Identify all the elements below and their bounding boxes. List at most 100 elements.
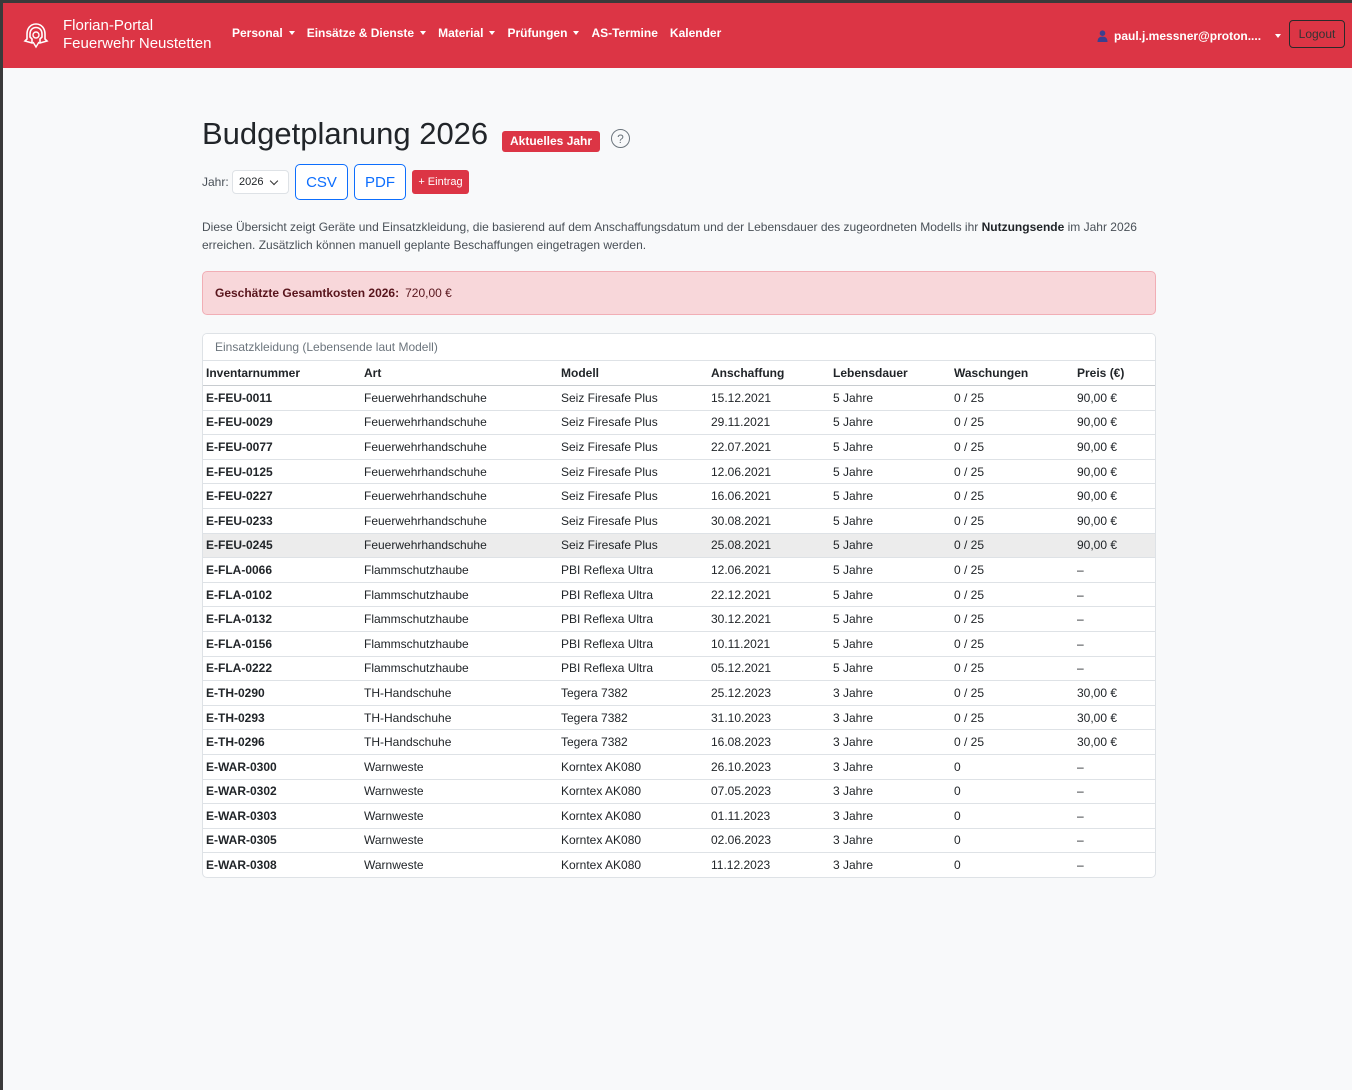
cell-lebensdauer: 5 Jahre: [830, 459, 951, 485]
cell-modell: PBI Reflexa Ultra: [558, 606, 708, 632]
table-row[interactable]: E-WAR-0300 Warnweste Korntex AK080 26.10.20…: [203, 754, 1155, 780]
pdf-export-button[interactable]: PDF: [354, 164, 406, 200]
cell-waschungen: 0 / 25: [951, 385, 1074, 411]
table-row[interactable]: E-FLA-0222 Flammschutzhaube PBI Reflexa Ul…: [203, 656, 1155, 682]
table-row[interactable]: E-WAR-0308 Warnweste Korntex AK080 11.12.20…: [203, 853, 1155, 877]
table-row[interactable]: E-WAR-0303 Warnweste Korntex AK080 01.11.20…: [203, 803, 1155, 829]
cell-lebensdauer: 3 Jahre: [830, 803, 951, 829]
cell-anschaffung: 15.12.2021: [708, 385, 830, 411]
logout-button[interactable]: Logout: [1289, 20, 1345, 48]
table-row[interactable]: E-TH-0293 TH-Handschuhe Tegera 7382 31.10.2…: [203, 705, 1155, 731]
cell-lebensdauer: 5 Jahre: [830, 631, 951, 657]
user-menu[interactable]: paul.j.messner@proton....: [1097, 29, 1282, 43]
cell-art: Warnweste: [361, 828, 558, 854]
col-waschungen[interactable]: Waschungen: [951, 361, 1074, 386]
table-row[interactable]: E-TH-0290 TH-Handschuhe Tegera 7382 25.12.2…: [203, 680, 1155, 706]
cell-inventarnummer: E-TH-0290: [203, 680, 361, 706]
table-row[interactable]: E-FLA-0132 Flammschutzhaube PBI Reflexa Ul…: [203, 606, 1155, 632]
nav-as-termine[interactable]: AS-Termine: [591, 26, 657, 40]
cell-modell: Seiz Firesafe Plus: [558, 508, 708, 534]
cell-modell: Seiz Firesafe Plus: [558, 410, 708, 436]
table-row[interactable]: E-FEU-0077 Feuerwehrhandschuhe Seiz Firesa…: [203, 434, 1155, 460]
cell-inventarnummer: E-WAR-0308: [206, 858, 277, 873]
help-icon[interactable]: ?: [611, 129, 630, 148]
cell-preis: –: [1074, 557, 1155, 583]
table-row[interactable]: E-FLA-0066 Flammschutzhaube PBI Reflexa Ul…: [203, 557, 1155, 583]
cell-modell: Tegera 7382: [558, 705, 708, 731]
brand-line-2: Feuerwehr Neustetten: [63, 35, 212, 52]
table-header-row: Inventarnummer Art Modell Anschaffung Le…: [203, 361, 1155, 386]
cell-art: Feuerwehrhandschuhe: [361, 533, 558, 559]
year-select-value: 2026: [239, 176, 264, 188]
chevron-down-icon: [269, 176, 279, 186]
table-row[interactable]: E-WAR-0305 Warnweste Korntex AK080 02.06.20…: [203, 828, 1155, 854]
table-row[interactable]: E-FEU-0227 Feuerwehrhandschuhe Seiz Firesa…: [203, 483, 1155, 509]
cell-waschungen: 0 / 25: [951, 606, 1074, 632]
cell-modell: Seiz Firesafe Plus: [558, 483, 708, 509]
table-row[interactable]: E-WAR-0302 Warnweste Korntex AK080 07.05.20…: [203, 779, 1155, 805]
nav-material[interactable]: Material: [438, 26, 496, 40]
cell-anschaffung: 10.11.2021: [708, 631, 830, 657]
nav-label: AS-Termine: [591, 26, 658, 40]
nav-kalender[interactable]: Kalender: [670, 26, 721, 40]
nav-label: Material: [438, 26, 484, 40]
cell-modell: Korntex AK080: [558, 779, 708, 805]
cell-preis: –: [1074, 631, 1155, 657]
cell-waschungen: 0 / 25: [951, 705, 1074, 731]
col-art[interactable]: Art: [361, 361, 558, 386]
cell-anschaffung: 16.06.2021: [708, 483, 830, 509]
cell-modell: Tegera 7382: [558, 729, 708, 755]
caret-down-icon: [420, 31, 427, 35]
col-modell[interactable]: Modell: [558, 361, 708, 386]
nav-personal[interactable]: Personal: [232, 26, 295, 40]
brand-line-1: Florian-Portal: [63, 17, 154, 34]
table-row[interactable]: E-FEU-0233 Feuerwehrhandschuhe Seiz Firesa…: [203, 508, 1155, 534]
table-row[interactable]: E-TH-0296 TH-Handschuhe Tegera 7382 16.08.2…: [203, 729, 1155, 755]
cell-anschaffung: 11.12.2023: [711, 858, 771, 873]
col-anschaffung[interactable]: Anschaffung: [708, 361, 830, 386]
col-inventarnummer[interactable]: Inventarnummer: [203, 361, 361, 386]
cell-lebensdauer: 3 Jahre: [830, 729, 951, 755]
cell-inventarnummer: E-WAR-0300: [203, 754, 361, 780]
user-icon: [1097, 30, 1108, 42]
cell-modell: Seiz Firesafe Plus: [558, 434, 708, 460]
cell-modell: Seiz Firesafe Plus: [558, 459, 708, 485]
caret-down-icon: [573, 31, 580, 35]
table-row[interactable]: E-FLA-0102 Flammschutzhaube PBI Reflexa Ul…: [203, 582, 1155, 608]
cell-modell: Seiz Firesafe Plus: [558, 385, 708, 411]
table-row[interactable]: E-FEU-0125 Feuerwehrhandschuhe Seiz Firesa…: [203, 459, 1155, 485]
col-lebensdauer[interactable]: Lebensdauer: [830, 361, 951, 386]
cell-art: Flammschutzhaube: [361, 656, 558, 682]
current-year-badge: Aktuelles Jahr: [502, 131, 601, 152]
cell-art: Feuerwehrhandschuhe: [361, 459, 558, 485]
cell-lebensdauer: 5 Jahre: [830, 606, 951, 632]
cell-lebensdauer: 5 Jahre: [830, 483, 951, 509]
table-row[interactable]: E-FLA-0156 Flammschutzhaube PBI Reflexa Ul…: [203, 631, 1155, 657]
col-preis[interactable]: Preis (€): [1074, 361, 1155, 386]
cell-lebensdauer: 3 Jahre: [830, 754, 951, 780]
cell-preis: 90,00 €: [1074, 385, 1155, 411]
cell-preis: –: [1074, 582, 1155, 608]
add-entry-button[interactable]: + Eintrag: [412, 170, 469, 194]
table-row[interactable]: E-FEU-0245 Feuerwehrhandschuhe Seiz Firesa…: [203, 533, 1155, 559]
nav-pruefungen[interactable]: Prüfungen: [507, 26, 580, 40]
cell-anschaffung: 22.07.2021: [708, 434, 830, 460]
cell-anschaffung: 22.12.2021: [708, 582, 830, 608]
brand[interactable]: Florian-Portal Feuerwehr Neustetten: [23, 17, 211, 53]
year-select[interactable]: 2026: [232, 170, 289, 194]
cell-modell: Seiz Firesafe Plus: [558, 533, 708, 559]
cell-inventarnummer: E-FEU-0011: [203, 385, 361, 411]
cell-inventarnummer: E-FEU-0029: [203, 410, 361, 436]
table-row[interactable]: E-FEU-0029 Feuerwehrhandschuhe Seiz Firesa…: [203, 410, 1155, 436]
table-row[interactable]: E-FEU-0011 Feuerwehrhandschuhe Seiz Firesa…: [203, 385, 1155, 411]
cell-anschaffung: 30.08.2021: [708, 508, 830, 534]
cell-anschaffung: 12.06.2021: [708, 459, 830, 485]
cell-waschungen: 0: [951, 779, 1074, 805]
cell-waschungen: 0 / 25: [951, 729, 1074, 755]
cell-waschungen: 0 / 25: [951, 483, 1074, 509]
cell-waschungen: 0 / 25: [951, 508, 1074, 534]
cell-inventarnummer: E-FEU-0125: [203, 459, 361, 485]
nav-einsaetze-dienste[interactable]: Einsätze & Dienste: [307, 26, 427, 40]
csv-export-button[interactable]: CSV: [295, 164, 348, 200]
cell-preis: –: [1074, 754, 1155, 780]
